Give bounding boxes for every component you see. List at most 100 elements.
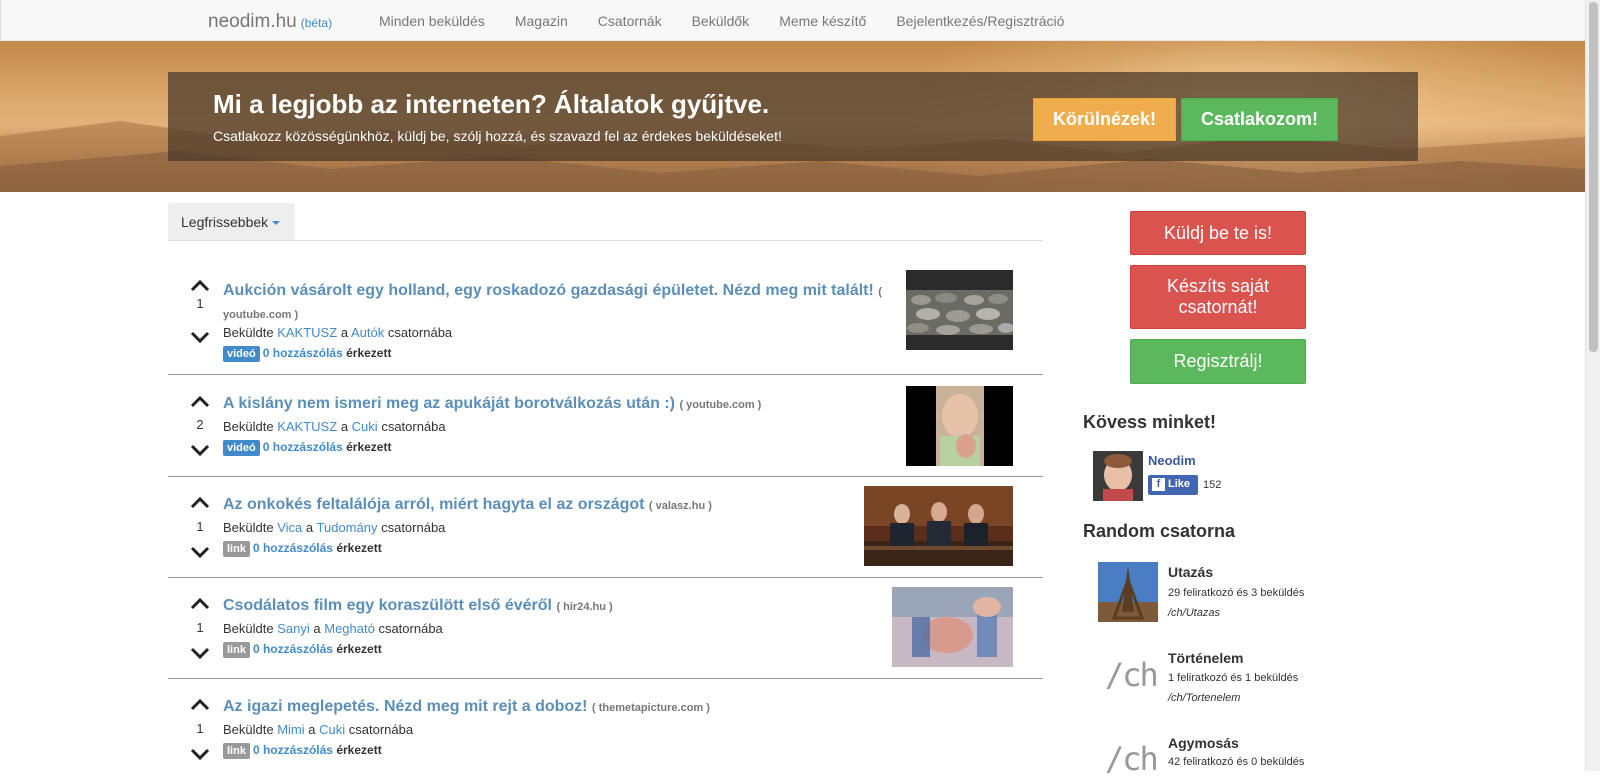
cars-thumbnail-image <box>906 270 1013 350</box>
post-thumbnail[interactable] <box>906 270 1013 350</box>
channel-name[interactable]: Agymosás <box>1168 735 1239 751</box>
upvote-chevron-icon[interactable] <box>190 699 210 711</box>
post-title[interactable]: A kislány nem ismeri meg az apukáját bor… <box>223 395 761 413</box>
downvote-chevron-icon[interactable] <box>190 748 210 760</box>
downvote-chevron-icon[interactable] <box>190 331 210 343</box>
nav-submitters[interactable]: Beküldők <box>692 12 750 30</box>
post-title-text[interactable]: Aukción vásárolt egy holland, egy roskad… <box>223 282 874 299</box>
nav-all-submissions[interactable]: Minden beküldés <box>379 12 485 30</box>
post-channel-link[interactable]: Megható <box>324 621 375 636</box>
vertical-scrollbar[interactable] <box>1585 0 1600 771</box>
channel-thumbnail[interactable] <box>1098 562 1158 622</box>
comments-link[interactable]: 0 hozzászólás <box>253 743 333 757</box>
post-item: 1 Az igazi meglepetés. Nézd meg mit rejt… <box>168 679 1043 780</box>
nav-login-register[interactable]: Bejelentkezés/Regisztráció <box>896 12 1064 30</box>
premature-baby-thumbnail-image <box>892 587 1013 667</box>
byline-a: a <box>305 520 314 535</box>
facebook-like-button[interactable]: f Like <box>1148 475 1198 495</box>
channel-path: /ch/Tortenelem <box>1168 692 1241 704</box>
caret-down-icon <box>272 221 281 226</box>
scrollbar-thumb[interactable] <box>1589 2 1598 352</box>
post-thumbnail[interactable] <box>864 486 1013 566</box>
byline-prefix: Beküldte <box>223 520 274 535</box>
channel-name[interactable]: Történelem <box>1168 650 1243 666</box>
hero-callout: Mi a legjobb az interneten? Általatok gy… <box>168 72 1418 161</box>
look-around-button[interactable]: Körülnézek! <box>1033 98 1176 141</box>
upvote-chevron-icon[interactable] <box>190 396 210 408</box>
post-title-text[interactable]: A kislány nem ismeri meg az apukáját bor… <box>223 395 675 412</box>
vote-count: 1 <box>196 620 204 635</box>
comments-link[interactable]: 0 hozzászólás <box>253 642 333 656</box>
post-title-text[interactable]: Az igazi meglepetés. Nézd meg mit rejt a… <box>223 698 588 715</box>
hero-title: Mi a legjobb az interneten? Általatok gy… <box>213 89 770 119</box>
post-user-link[interactable]: KAKTUSZ <box>277 419 337 434</box>
post-item: 1 Az onkokés feltalálója arról, miért ha… <box>168 477 1043 578</box>
channel-placeholder-icon: /ch <box>1105 656 1159 694</box>
post-user-link[interactable]: KAKTUSZ <box>277 325 337 340</box>
random-channel-heading: Random csatorna <box>1083 521 1236 541</box>
upvote-chevron-icon[interactable] <box>190 598 210 610</box>
post-user-link[interactable]: Sanyi <box>277 621 310 636</box>
post-channel-link[interactable]: Autók <box>351 325 384 340</box>
post-meta: link 0 hozzászólás érkezett <box>223 642 382 658</box>
post-channel-link[interactable]: Tudomány <box>317 520 378 535</box>
downvote-chevron-icon[interactable] <box>190 444 210 456</box>
vote-count: 2 <box>196 417 204 432</box>
post-thumbnail[interactable] <box>892 587 1013 667</box>
comments-link[interactable]: 0 hozzászólás <box>253 541 333 555</box>
nav-meme-maker[interactable]: Meme készítő <box>779 12 866 30</box>
post-type-label: videó <box>223 346 260 362</box>
facebook-page-name[interactable]: Neodim <box>1148 453 1196 468</box>
downvote-chevron-icon[interactable] <box>190 647 210 659</box>
comments-link[interactable]: 0 hozzászólás <box>263 440 343 454</box>
post-type-label: videó <box>223 440 260 456</box>
post-domain: youtube.com ) <box>223 309 299 321</box>
facebook-icon: f <box>1152 478 1165 491</box>
nav-channels[interactable]: Csatornák <box>598 12 662 30</box>
post-title[interactable]: Az igazi meglepetés. Nézd meg mit rejt a… <box>223 698 710 716</box>
post-title-text[interactable]: Csodálatos film egy koraszülött első évé… <box>223 597 552 614</box>
post-type-label: link <box>223 541 250 557</box>
upvote-chevron-icon[interactable] <box>190 280 210 292</box>
post-byline: Beküldte Sanyi a Megható csatornába <box>223 621 443 636</box>
downvote-chevron-icon[interactable] <box>190 546 210 558</box>
facebook-page-avatar[interactable] <box>1093 451 1143 506</box>
post-meta: videó 0 hozzászólás érkezett <box>223 346 391 362</box>
brand-logo[interactable]: neodim.hu (béta) <box>208 11 332 33</box>
post-title-text[interactable]: Az onkokés feltalálója arról, miért hagy… <box>223 496 644 513</box>
byline-prefix: Beküldte <box>223 722 274 737</box>
follow-heading: Kövess minket! <box>1083 412 1217 432</box>
baby-thumbnail-image <box>906 386 1013 466</box>
post-channel-link[interactable]: Cuki <box>352 419 378 434</box>
upvote-chevron-icon[interactable] <box>190 497 210 509</box>
brand-name[interactable]: neodim.hu <box>208 11 297 32</box>
byline-suffix: csatornába <box>387 325 453 340</box>
byline-suffix: csatornába <box>381 520 446 535</box>
post-channel-link[interactable]: Cuki <box>319 722 345 737</box>
nav-magazine[interactable]: Magazin <box>515 12 568 30</box>
comments-link[interactable]: 0 hozzászólás <box>263 346 343 360</box>
sort-label: Legfrissebbek <box>181 214 269 230</box>
create-channel-button[interactable]: Készíts saját csatornát! <box>1130 265 1306 329</box>
fb-like-label: Like <box>1168 478 1191 490</box>
channel-stats: 42 feliratkozó és 0 beküldés <box>1168 756 1305 768</box>
channel-stats: 1 feliratkozó és 1 beküldés <box>1168 672 1299 684</box>
beta-badge: (béta) <box>300 16 333 30</box>
eiffel-tower-image <box>1098 562 1158 622</box>
post-user-link[interactable]: Vica <box>277 520 302 535</box>
navbar: neodim.hu (béta) Minden beküldés Magazin … <box>0 0 1585 41</box>
register-button[interactable]: Regisztrálj! <box>1130 339 1306 384</box>
post-user-link[interactable]: Mimi <box>277 722 304 737</box>
post-thumbnail[interactable] <box>906 386 1013 466</box>
submit-button[interactable]: Küldj be te is! <box>1130 211 1306 255</box>
channel-name[interactable]: Utazás <box>1168 564 1213 580</box>
post-title[interactable]: Csodálatos film egy koraszülött első évé… <box>223 597 613 615</box>
join-button[interactable]: Csatlakozom! <box>1181 98 1338 141</box>
sort-dropdown[interactable]: Legfrissebbek <box>168 203 295 241</box>
post-title[interactable]: Az onkokés feltalálója arról, miért hagy… <box>223 496 712 514</box>
post-meta: link 0 hozzászólás érkezett <box>223 541 382 557</box>
vote-count: 1 <box>196 296 204 311</box>
post-meta: videó 0 hozzászólás érkezett <box>223 440 391 456</box>
post-title[interactable]: Aukción vásárolt egy holland, egy roskad… <box>223 280 883 326</box>
post-domain: ( youtube.com ) <box>679 399 762 411</box>
